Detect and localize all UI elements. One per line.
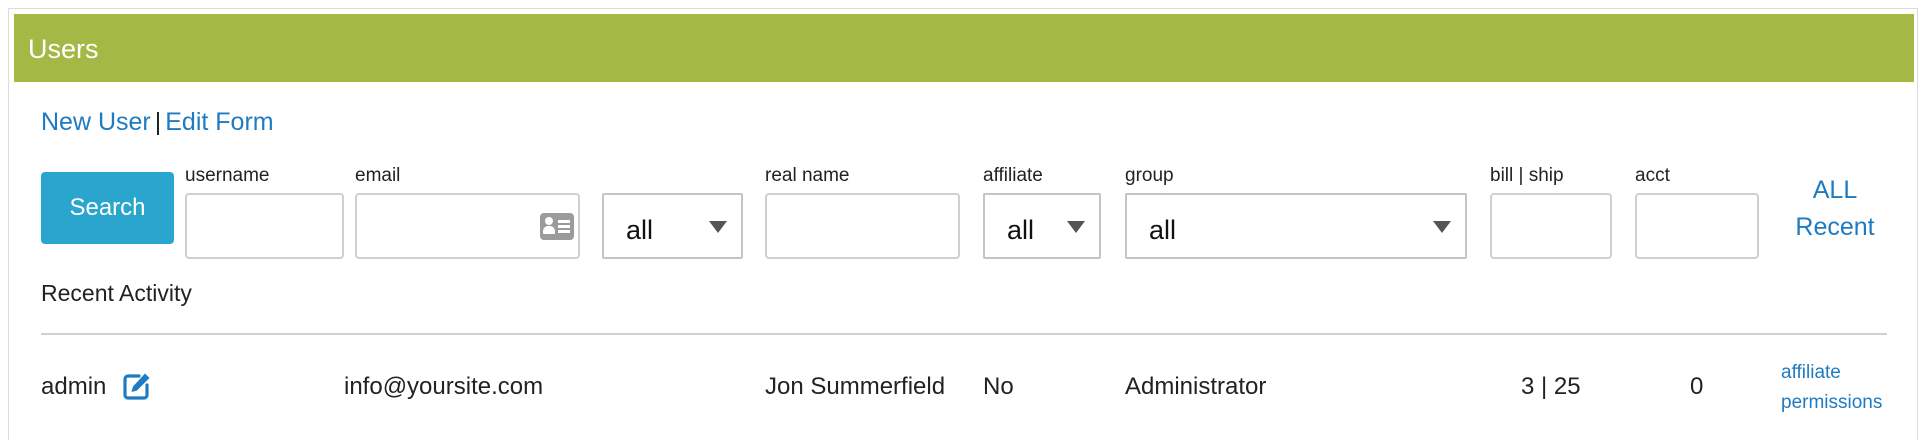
acct-input[interactable] — [1635, 193, 1759, 259]
recent-link[interactable]: Recent — [1795, 213, 1874, 241]
user-acct-link[interactable]: 0 — [1690, 373, 1703, 401]
user-email-link[interactable]: info@yoursite.com — [344, 373, 543, 401]
email-scope-select[interactable]: all — [602, 193, 743, 259]
email-scope-value: all — [626, 215, 654, 245]
group-value: all — [1149, 215, 1177, 245]
user-group-link[interactable]: Administrator — [1125, 373, 1266, 401]
bill-ship-input[interactable] — [1490, 193, 1612, 259]
contact-card-icon — [540, 213, 574, 240]
link-separator: | — [154, 108, 162, 136]
affiliate-value: all — [1007, 215, 1035, 245]
real-name-label: real name — [765, 165, 850, 186]
affiliate-label: affiliate — [983, 165, 1043, 186]
quick-filter-links: ALL Recent — [1790, 172, 1880, 246]
edit-form-link[interactable]: Edit Form — [165, 108, 273, 136]
recent-activity-title: Recent Activity — [41, 280, 192, 306]
row-actions: affiliate permissions — [1781, 358, 1882, 418]
divider — [41, 333, 1887, 335]
permissions-action-link[interactable]: permissions — [1781, 392, 1882, 413]
bill-ship-label: bill | ship — [1490, 165, 1564, 186]
real-name-input[interactable] — [765, 193, 960, 259]
search-button[interactable]: Search — [41, 172, 174, 244]
edit-icon[interactable] — [122, 371, 152, 401]
new-user-link[interactable]: New User — [41, 108, 151, 136]
username-link[interactable]: admin — [41, 373, 106, 401]
user-real-name: Jon Summerfield — [765, 373, 946, 400]
panel-title: Users — [28, 34, 99, 64]
panel-header: Users — [14, 14, 1914, 82]
group-select[interactable]: all — [1125, 193, 1467, 259]
user-affiliate: No — [983, 373, 1014, 400]
chevron-down-icon — [1067, 221, 1085, 233]
chevron-down-icon — [709, 221, 727, 233]
user-bill-ship-link[interactable]: 3 | 25 — [1521, 373, 1581, 401]
chevron-down-icon — [1433, 221, 1451, 233]
group-label: group — [1125, 165, 1174, 186]
affiliate-action-link[interactable]: affiliate — [1781, 362, 1841, 383]
acct-label: acct — [1635, 165, 1670, 186]
email-label: email — [355, 165, 401, 186]
affiliate-select[interactable]: all — [983, 193, 1101, 259]
username-label: username — [185, 165, 270, 186]
username-input[interactable] — [185, 193, 344, 259]
top-links: New User | Edit Form — [41, 108, 274, 137]
all-link[interactable]: ALL — [1813, 176, 1857, 204]
